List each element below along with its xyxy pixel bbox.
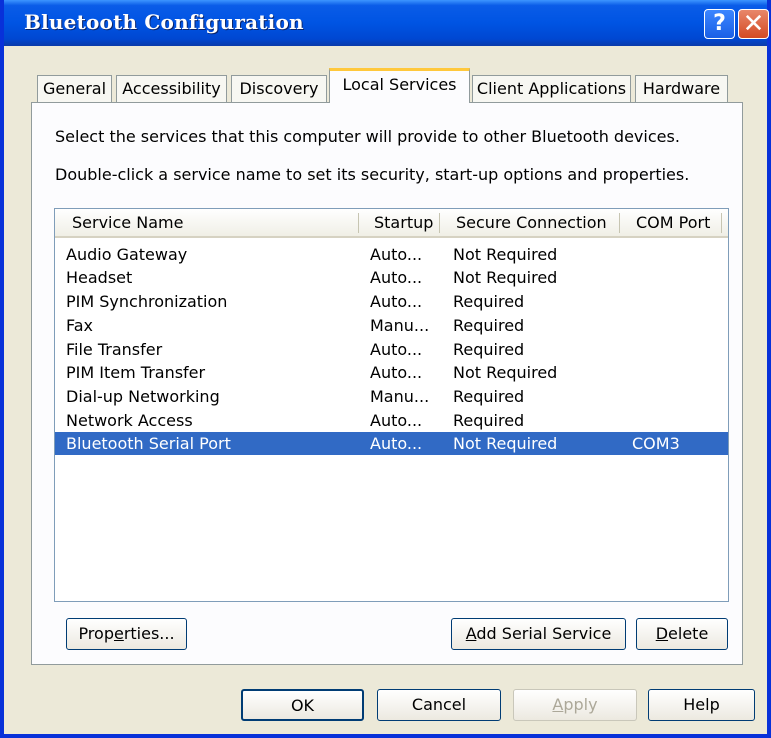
service-secure: Required — [453, 340, 525, 359]
service-secure: Not Required — [453, 434, 558, 453]
cancel-button[interactable]: Cancel — [377, 689, 501, 721]
list-item[interactable]: PIM Item Transfer Auto... Not Required — [55, 361, 728, 384]
column-divider[interactable] — [439, 213, 440, 233]
service-com-port: COM3 — [632, 434, 680, 453]
list-item[interactable]: Fax Manu... Required — [55, 314, 728, 337]
list-item[interactable]: File Transfer Auto... Required — [55, 338, 728, 361]
list-item[interactable]: PIM Synchronization Auto... Required — [55, 290, 728, 313]
service-startup: Manu... — [370, 387, 430, 406]
service-startup: Auto... — [370, 411, 423, 430]
column-divider[interactable] — [721, 213, 722, 233]
service-secure: Not Required — [453, 245, 558, 264]
instruction-text-2: Double-click a service name to set its s… — [55, 165, 690, 184]
tab-client-applications[interactable]: Client Applications — [472, 75, 631, 102]
list-item[interactable]: Network Access Auto... Required — [55, 409, 728, 432]
list-item[interactable]: Dial-up Networking Manu... Required — [55, 385, 728, 408]
service-startup: Auto... — [370, 245, 423, 264]
help-icon[interactable]: ? — [704, 9, 735, 39]
tab-local-services[interactable]: Local Services — [329, 68, 470, 103]
column-divider[interactable] — [358, 213, 359, 233]
bluetooth-configuration-dialog: Bluetooth Configuration ? ✕ General Acce… — [0, 0, 771, 738]
close-icon[interactable]: ✕ — [738, 9, 769, 39]
service-startup: Manu... — [370, 316, 430, 335]
column-secure-connection[interactable]: Secure Connection — [456, 213, 607, 232]
service-name: Dial-up Networking — [66, 387, 220, 406]
service-secure: Not Required — [453, 363, 558, 382]
add-serial-service-button[interactable]: Add Serial Service — [451, 618, 626, 650]
service-secure: Not Required — [453, 268, 558, 287]
service-name: Fax — [66, 316, 94, 335]
column-com-port[interactable]: COM Port — [636, 213, 710, 232]
column-startup[interactable]: Startup — [374, 213, 433, 232]
list-item[interactable]: Headset Auto... Not Required — [55, 266, 728, 289]
column-service-name[interactable]: Service Name — [72, 213, 183, 232]
list-item[interactable]: Audio Gateway Auto... Not Required — [55, 243, 728, 266]
column-divider[interactable] — [619, 213, 620, 233]
ok-button[interactable]: OK — [241, 689, 364, 721]
service-name: Network Access — [66, 411, 193, 430]
service-name: PIM Synchronization — [66, 292, 228, 311]
service-secure: Required — [453, 387, 525, 406]
service-startup: Auto... — [370, 363, 423, 382]
window-title: Bluetooth Configuration — [24, 10, 304, 34]
list-header: Service Name Startup Secure Connection C… — [55, 209, 728, 238]
tab-general[interactable]: General — [37, 75, 112, 102]
tab-hardware[interactable]: Hardware — [635, 75, 728, 102]
tab-accessibility[interactable]: Accessibility — [116, 75, 227, 102]
list-item[interactable]: Bluetooth Serial Port Auto... Not Requir… — [55, 432, 728, 455]
title-bar[interactable]: Bluetooth Configuration ? ✕ — [4, 0, 769, 46]
properties-button[interactable]: Properties... — [66, 618, 187, 650]
service-startup: Auto... — [370, 340, 423, 359]
delete-button[interactable]: Delete — [636, 618, 728, 650]
service-secure: Required — [453, 316, 525, 335]
service-startup: Auto... — [370, 434, 423, 453]
tab-discovery[interactable]: Discovery — [231, 75, 327, 102]
service-startup: Auto... — [370, 268, 423, 287]
service-name: PIM Item Transfer — [66, 363, 206, 382]
help-button[interactable]: Help — [648, 689, 755, 721]
service-secure: Required — [453, 292, 525, 311]
instruction-text-1: Select the services that this computer w… — [55, 127, 680, 146]
service-startup: Auto... — [370, 292, 423, 311]
service-name: Bluetooth Serial Port — [66, 434, 231, 453]
apply-button[interactable]: Apply — [513, 689, 637, 721]
services-list[interactable]: Service Name Startup Secure Connection C… — [54, 208, 729, 602]
service-name: Headset — [66, 268, 133, 287]
service-name: Audio Gateway — [66, 245, 188, 264]
service-secure: Required — [453, 411, 525, 430]
service-name: File Transfer — [66, 340, 163, 359]
